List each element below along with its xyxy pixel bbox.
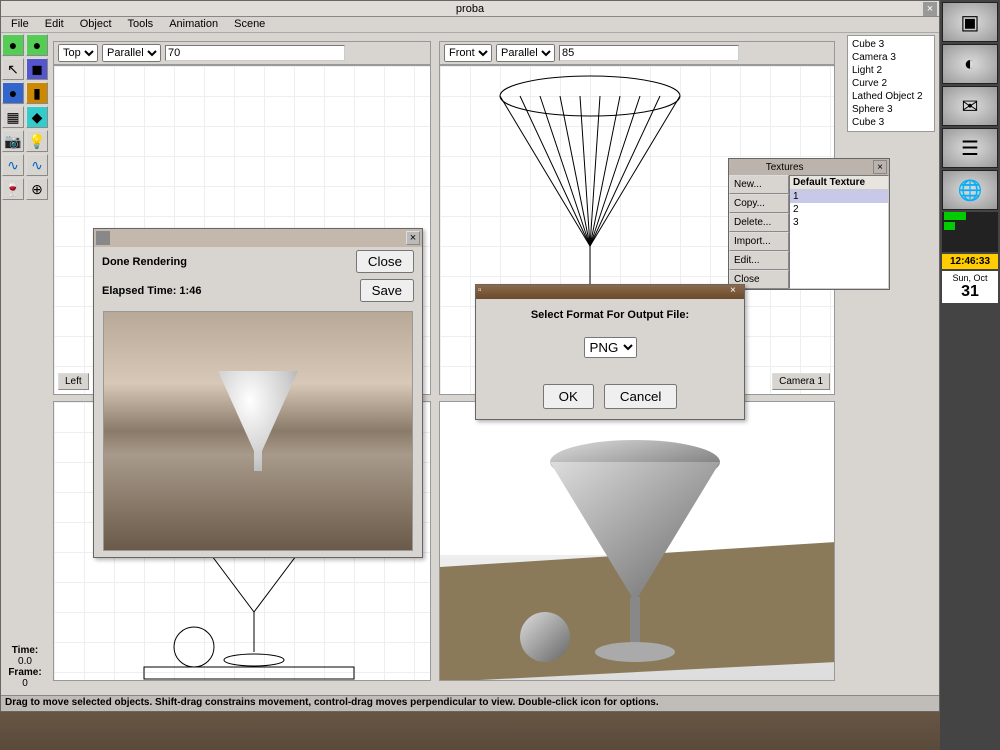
close-icon[interactable]: × xyxy=(406,231,420,245)
texture-item[interactable]: 1 xyxy=(790,190,888,203)
desktop-panel: ▣ ◐ ✉ ☰ 🌐 12:46:33 Sun, Oct 31 xyxy=(940,0,1000,750)
ok-button[interactable]: OK xyxy=(543,384,594,409)
cancel-button[interactable]: Cancel xyxy=(604,384,678,409)
textures-titlebar[interactable]: Textures × xyxy=(729,159,889,175)
view-label-camera[interactable]: Camera 1 xyxy=(772,373,830,390)
tool-palette: ● ● ↖ ◼ ● ▮ ▦ ◆ 📷 💡 ∿ ∿ 🍷 ⊕ xyxy=(1,33,49,201)
proj-select-left[interactable]: Parallel xyxy=(102,44,161,62)
sysmenu-icon[interactable] xyxy=(96,231,110,245)
delete-button[interactable]: Delete... xyxy=(729,213,789,232)
scene-item[interactable]: Cube 3 xyxy=(850,116,932,129)
mesh-tool-icon[interactable]: ▦ xyxy=(2,106,24,128)
menu-object[interactable]: Object xyxy=(72,17,120,32)
zoom-input-right[interactable] xyxy=(559,45,739,61)
ball-tool-icon[interactable]: ● xyxy=(2,82,24,104)
format-prompt: Select Format For Output File: xyxy=(486,309,734,321)
render-dialog-titlebar[interactable]: × xyxy=(94,229,422,247)
render-preview xyxy=(103,311,413,551)
viewport-toolbar-left: Top Parallel xyxy=(53,41,431,65)
import-button[interactable]: Import... xyxy=(729,232,789,251)
time-info: Time: 0.0 Frame: 0 xyxy=(3,645,47,689)
menu-edit[interactable]: Edit xyxy=(37,17,72,32)
menubar: File Edit Object Tools Animation Scene xyxy=(1,17,939,33)
render-elapsed: Elapsed Time: 1:46 xyxy=(102,285,201,297)
clock: 12:46:33 xyxy=(942,254,998,269)
copy-button[interactable]: Copy... xyxy=(729,194,789,213)
scene-item[interactable]: Light 2 xyxy=(850,64,932,77)
menu-tools[interactable]: Tools xyxy=(120,17,162,32)
gnu-icon[interactable]: ☰ xyxy=(942,128,998,168)
scene-item[interactable]: Curve 2 xyxy=(850,77,932,90)
close-icon[interactable]: × xyxy=(873,160,887,174)
format-dialog: ▫ × Select Format For Output File: PNG O… xyxy=(475,284,745,420)
scene-object-list[interactable]: Cube 3 Camera 3 Light 2 Curve 2 Lathed O… xyxy=(847,35,935,132)
cylinder-tool-icon[interactable]: ▮ xyxy=(26,82,48,104)
viewport-toolbar-right: Front Parallel xyxy=(439,41,835,65)
format-dialog-titlebar[interactable]: ▫ × xyxy=(476,285,744,299)
misc-tool-icon[interactable]: ⊕ xyxy=(26,178,48,200)
menu-animation[interactable]: Animation xyxy=(161,17,226,32)
menu-file[interactable]: File xyxy=(3,17,37,32)
scene-item[interactable]: Lathed Object 2 xyxy=(850,90,932,103)
proj-select-right[interactable]: Parallel xyxy=(496,44,555,62)
textures-list-header: Default Texture xyxy=(790,176,888,190)
statusbar: Drag to move selected objects. Shift-dra… xyxy=(1,695,939,711)
curve2-tool-icon[interactable]: ∿ xyxy=(26,154,48,176)
textures-title: Textures xyxy=(766,162,804,173)
texture-item[interactable]: 2 xyxy=(790,203,888,216)
globe-icon[interactable]: 🌐 xyxy=(942,170,998,210)
render-dialog: × Done Rendering Close Elapsed Time: 1:4… xyxy=(93,228,423,558)
window-titlebar[interactable]: proba × xyxy=(1,1,939,17)
shaded-render-icon xyxy=(440,402,835,681)
sphere2-tool-icon[interactable]: ● xyxy=(26,34,48,56)
textures-dialog: Textures × New... Copy... Delete... Impo… xyxy=(728,158,890,290)
scene-item[interactable]: Camera 3 xyxy=(850,51,932,64)
view-select-left[interactable]: Top xyxy=(58,44,98,62)
cube-tool-icon[interactable]: ◼ xyxy=(26,58,48,80)
textures-list[interactable]: Default Texture 1 2 3 xyxy=(789,175,889,289)
zoom-input-left[interactable] xyxy=(165,45,345,61)
close-icon[interactable]: × xyxy=(923,2,937,16)
sphere-tool-icon[interactable]: ● xyxy=(2,34,24,56)
scene-item[interactable]: Cube 3 xyxy=(850,38,932,51)
sysmenu-icon[interactable]: ▫ xyxy=(478,285,490,297)
terminal-icon[interactable]: ▣ xyxy=(942,2,998,42)
viewport-bottom-right[interactable] xyxy=(439,401,835,681)
yin-yang-icon[interactable]: ◐ xyxy=(942,44,998,84)
lathe-tool-icon[interactable]: 🍷 xyxy=(2,178,24,200)
curve-tool-icon[interactable]: ∿ xyxy=(2,154,24,176)
texture-item[interactable]: 3 xyxy=(790,216,888,229)
new-button[interactable]: New... xyxy=(729,175,789,194)
scene-item[interactable]: Sphere 3 xyxy=(850,103,932,116)
close-button[interactable]: Close xyxy=(356,250,414,273)
window-title: proba xyxy=(456,3,484,15)
save-button[interactable]: Save xyxy=(360,279,414,302)
render-status: Done Rendering xyxy=(102,256,187,268)
calendar-date: Sun, Oct 31 xyxy=(942,271,998,303)
mail-icon[interactable]: ✉ xyxy=(942,86,998,126)
poly-tool-icon[interactable]: ◆ xyxy=(26,106,48,128)
camera-tool-icon[interactable]: 📷 xyxy=(2,130,24,152)
edit-button[interactable]: Edit... xyxy=(729,251,789,270)
light-tool-icon[interactable]: 💡 xyxy=(26,130,48,152)
close-icon[interactable]: × xyxy=(730,285,742,297)
system-meters xyxy=(942,212,998,252)
arrow-tool-icon[interactable]: ↖ xyxy=(2,58,24,80)
view-label-left[interactable]: Left xyxy=(58,373,89,390)
format-select[interactable]: PNG xyxy=(584,337,637,358)
view-select-right[interactable]: Front xyxy=(444,44,492,62)
menu-scene[interactable]: Scene xyxy=(226,17,273,32)
